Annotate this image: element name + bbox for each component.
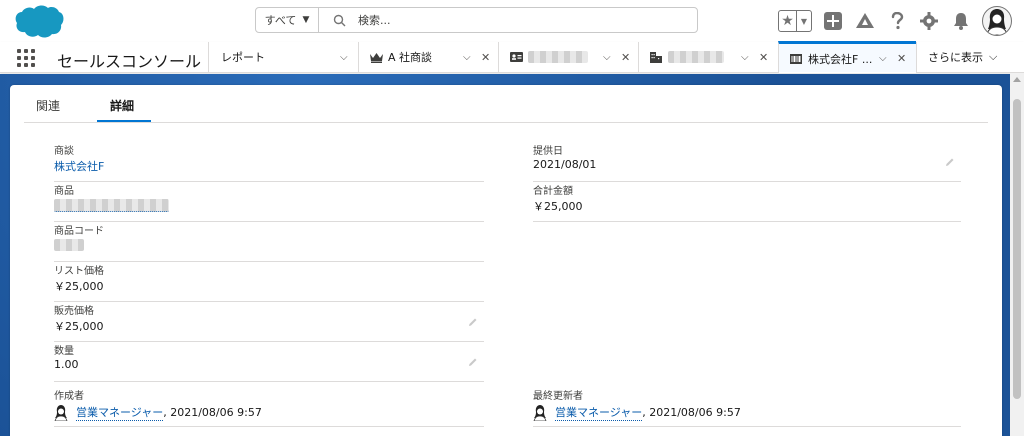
global-header: すべて ▼ ★ ▼	[0, 0, 1024, 42]
active-tab-indicator	[97, 120, 151, 122]
favorite-star-icon[interactable]: ★	[779, 11, 797, 31]
product-code-value-redacted	[54, 239, 84, 251]
favorites-menu-caret-icon[interactable]: ▼	[797, 11, 811, 31]
quantity-value: 1.00	[54, 358, 79, 371]
field-label: 提供日	[533, 146, 563, 157]
field-label: 商談	[54, 146, 74, 157]
field-label: リスト価格	[54, 266, 104, 277]
chevron-down-icon[interactable]: ⌵	[463, 52, 471, 63]
app-name: セールスコンソール	[57, 52, 202, 71]
page-scrollbar[interactable]	[1010, 73, 1024, 436]
more-tabs-label: さらに表示	[928, 51, 983, 64]
last-modified-by-user-link[interactable]: 営業マネージャー	[555, 404, 643, 421]
field-label: 作成者	[54, 391, 84, 402]
list-price-value: ￥25,000	[54, 280, 104, 293]
trailhead-guidance-icon[interactable]	[854, 10, 876, 32]
chevron-down-icon[interactable]: ⌵	[603, 52, 611, 63]
edit-pencil-icon[interactable]	[468, 317, 478, 327]
field-service-date: 提供日 2021/08/01	[533, 142, 961, 182]
created-by-user-link[interactable]: 営業マネージャー	[76, 404, 164, 421]
field-created-by: 作成者 営業マネージャー , 2021/08/06 9:57	[54, 387, 484, 427]
record-detail-card: 関連 詳細 商談 株式会社F 商品 商品コード リスト価格 ￥25,000 販売…	[10, 85, 1002, 436]
user-avatar-icon	[533, 404, 547, 421]
search-scope-dropdown[interactable]: すべて ▼	[256, 8, 319, 32]
search-scope-label: すべて	[264, 14, 297, 27]
field-quantity: 数量 1.00	[54, 342, 484, 382]
close-icon[interactable]: ✕	[621, 51, 630, 64]
crown-icon	[369, 51, 383, 63]
close-icon[interactable]: ✕	[897, 52, 906, 65]
field-list-price: リスト価格 ￥25,000	[54, 262, 484, 302]
user-avatar-icon	[54, 404, 68, 421]
last-modified-timestamp: , 2021/08/06 9:57	[642, 406, 741, 419]
product-code-value	[54, 239, 84, 251]
sales-price-value: ￥25,000	[54, 320, 104, 333]
field-label: 最終更新者	[533, 391, 583, 402]
favorites-group: ★ ▼	[778, 10, 812, 32]
edit-pencil-icon[interactable]	[945, 157, 955, 167]
workspace-tab-bar: セールスコンソール レポート ⌵ A 社商談 ⌵ ✕ ⌵ ✕ ⌵ ✕ 株式会社F…	[0, 41, 1024, 73]
tab-opportunity-product[interactable]: 株式会社F ... ⌵ ✕	[778, 41, 916, 73]
product-link-redacted[interactable]	[54, 199, 169, 212]
account-building-icon	[649, 51, 663, 63]
product-value	[54, 199, 169, 212]
search-input[interactable]	[358, 13, 678, 27]
close-icon[interactable]: ✕	[759, 51, 768, 64]
user-avatar[interactable]	[982, 6, 1012, 36]
chevron-down-icon[interactable]: ⌵	[340, 52, 348, 63]
field-label: 合計金額	[533, 186, 573, 197]
tab-account[interactable]: ⌵ ✕	[638, 42, 778, 72]
app-launcher-waffle-icon[interactable]	[17, 49, 35, 67]
created-by-timestamp: , 2021/08/06 9:57	[163, 406, 262, 419]
salesforce-cloud-logo-icon[interactable]	[14, 4, 64, 38]
tab-label-redacted	[668, 51, 724, 63]
field-sales-price: 販売価格 ￥25,000	[54, 302, 484, 342]
tab-related[interactable]: 関連	[36, 97, 60, 114]
field-product: 商品	[54, 182, 484, 222]
setup-gear-icon[interactable]	[918, 10, 940, 32]
contact-card-icon	[509, 51, 523, 63]
field-product-code: 商品コード	[54, 222, 484, 262]
product-icon	[789, 53, 803, 65]
tab-reports[interactable]: レポート ⌵	[208, 42, 358, 72]
record-tabs: 関連 詳細	[24, 85, 988, 123]
field-label: 販売価格	[54, 306, 94, 317]
tab-label: A 社商談	[388, 51, 433, 64]
field-label: 商品	[54, 186, 74, 197]
field-opportunity: 商談 株式会社F	[54, 142, 484, 182]
service-date-value: 2021/08/01	[533, 158, 597, 171]
global-search-bar: すべて ▼	[255, 7, 698, 33]
close-icon[interactable]: ✕	[481, 51, 490, 64]
chevron-down-icon[interactable]: ⌵	[741, 52, 749, 63]
scroll-up-arrow-icon[interactable]	[1013, 77, 1021, 82]
tab-contact[interactable]: ⌵ ✕	[498, 42, 638, 72]
chevron-down-icon: ⌵	[989, 50, 998, 63]
field-label: 数量	[54, 346, 74, 357]
scrollbar-thumb[interactable]	[1013, 99, 1021, 399]
chevron-down-icon[interactable]: ⌵	[879, 53, 887, 64]
help-question-icon[interactable]	[886, 10, 908, 32]
opportunity-link[interactable]: 株式会社F	[54, 158, 104, 174]
tab-opportunity-a[interactable]: A 社商談 ⌵ ✕	[358, 42, 498, 72]
tab-details[interactable]: 詳細	[110, 97, 134, 114]
notifications-bell-icon[interactable]	[950, 10, 972, 32]
field-last-modified-by: 最終更新者 営業マネージャー , 2021/08/06 9:57	[533, 387, 961, 427]
field-label: 商品コード	[54, 226, 104, 237]
edit-pencil-icon[interactable]	[468, 357, 478, 367]
total-price-value: ￥25,000	[533, 200, 583, 213]
tab-label: 株式会社F ...	[808, 52, 873, 66]
more-tabs-overflow[interactable]: さらに表示 ⌵	[916, 42, 1024, 72]
tab-label: レポート	[221, 51, 265, 64]
tab-label-redacted	[528, 51, 588, 63]
header-actions: ★ ▼	[778, 6, 1012, 36]
last-modified-by-value: 営業マネージャー , 2021/08/06 9:57	[533, 404, 741, 421]
caret-down-icon: ▼	[302, 15, 310, 25]
search-icon	[333, 14, 346, 26]
field-total-price: 合計金額 ￥25,000	[533, 182, 961, 222]
created-by-value: 営業マネージャー , 2021/08/06 9:57	[54, 404, 262, 421]
global-actions-plus-icon[interactable]	[822, 10, 844, 32]
